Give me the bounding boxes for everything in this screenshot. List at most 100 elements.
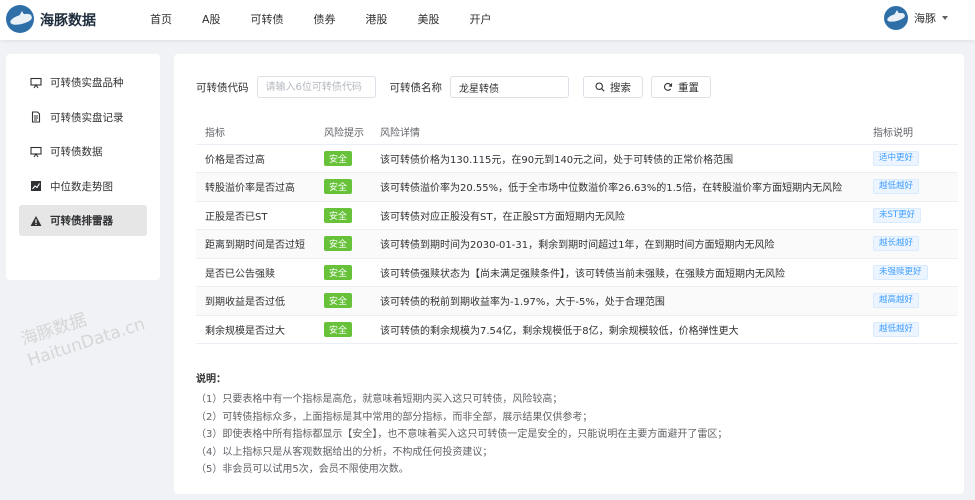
note-tag: 越高越好 <box>873 293 920 309</box>
dolphin-logo-icon[interactable] <box>6 5 34 33</box>
sidebar-item-cb-mine-detector[interactable]: 可转债排雷器 <box>19 205 147 236</box>
cb-name-input[interactable] <box>450 76 569 98</box>
note-tag: 未ST更好 <box>873 207 922 223</box>
col-header-note: 指标说明 <box>864 120 958 145</box>
search-button[interactable]: 搜索 <box>583 76 643 98</box>
watermark-line: HaitunData.cn <box>25 314 148 371</box>
status-badge: 安全 <box>324 293 353 309</box>
detail-cell: 该可转债的剩余规模为7.54亿，剩余规模低于8亿，剩余规模较低，价格弹性更大 <box>371 315 864 344</box>
note-line: （2）可转债指标众多，上面指标是其中常用的部分指标，而非全部，展示结果仅供参考； <box>196 411 593 423</box>
cb-code-input[interactable] <box>256 76 376 98</box>
document-icon <box>30 111 42 123</box>
note-cell: 越低越好 <box>864 172 958 202</box>
detail-cell: 该可转债的税前到期收益率为-1.97%，大于-5%，处于合理范围 <box>371 286 864 316</box>
main-nav: 首页 A股 可转债 债券 港股 美股 开户 <box>140 0 512 40</box>
detail-cell: 该可转债到期时间为2030-01-31，剩余到期时间超过1年，在到期时间方面短期… <box>371 229 864 259</box>
sidebar-item-cb-live-records[interactable]: 可转债实盘记录 <box>19 102 147 133</box>
col-header-risk: 风险提示 <box>315 120 371 145</box>
main-panel: 可转债代码 可转债名称 搜索 重置 指标 风险提示 风险详情 指标说明 价格是否… <box>174 54 964 494</box>
sidebar-item-label: 可转债排雷器 <box>50 215 113 227</box>
nav-item-us-stocks[interactable]: 美股 <box>408 0 450 40</box>
table-header-row: 指标 风险提示 风险详情 指标说明 <box>196 120 958 145</box>
note-cell: 未ST更好 <box>864 201 958 230</box>
note-cell: 适中更好 <box>864 144 958 173</box>
indicator-cell: 到期收益是否过低 <box>196 286 315 316</box>
notes-title: 说明： <box>196 374 226 385</box>
table-row: 转股溢价率是否过高 安全 该可转债溢价率为20.55%，低于全市场中位数溢价率2… <box>196 172 958 202</box>
note-cell: 越高越好 <box>864 286 958 316</box>
note-cell: 未强赎更好 <box>864 258 958 287</box>
risk-cell: 安全 <box>315 258 371 287</box>
nav-item-bonds[interactable]: 债券 <box>304 0 346 40</box>
sidebar: 可转债实盘品种 可转债实盘记录 可转债数据 中位数走势图 可转债排雷器 <box>6 54 160 280</box>
sidebar-item-label: 可转债数据 <box>50 146 103 158</box>
search-icon <box>595 82 605 92</box>
detail-cell: 该可转债价格为130.115元，在90元到140元之间，处于可转债的正常价格范围 <box>371 144 864 173</box>
warning-icon <box>30 215 42 227</box>
nav-item-a-shares[interactable]: A股 <box>192 0 231 40</box>
indicator-cell: 转股溢价率是否过高 <box>196 172 315 202</box>
user-menu[interactable]: 海豚 <box>884 6 948 30</box>
chevron-down-icon[interactable] <box>942 16 948 20</box>
avatar[interactable] <box>884 6 908 30</box>
nav-item-home[interactable]: 首页 <box>140 0 182 40</box>
detail-cell: 该可转债强赎状态为【尚未满足强赎条件】，该可转债当前未强赎，在强赎方面短期内无风… <box>371 258 864 287</box>
sidebar-item-cb-live-varieties[interactable]: 可转债实盘品种 <box>19 67 147 98</box>
note-tag: 适中更好 <box>873 150 920 166</box>
status-badge: 安全 <box>324 264 353 280</box>
note-tag: 越长越好 <box>873 236 920 252</box>
risk-cell: 安全 <box>315 315 371 344</box>
status-badge: 安全 <box>324 207 353 223</box>
note-tag: 未强赎更好 <box>873 264 928 280</box>
nav-item-open-account[interactable]: 开户 <box>460 0 502 40</box>
indicator-cell: 正股是否已ST <box>196 201 315 230</box>
col-header-indicator: 指标 <box>196 120 315 145</box>
table-row: 正股是否已ST 安全 该可转债对应正股没有ST，在正股ST方面短期内无风险 未S… <box>196 201 958 230</box>
note-cell: 越长越好 <box>864 229 958 259</box>
monitor-icon <box>30 146 42 158</box>
search-form: 可转债代码 可转债名称 搜索 重置 <box>196 76 719 98</box>
indicator-cell: 是否已公告强赎 <box>196 258 315 287</box>
monitor-icon <box>30 77 42 89</box>
status-badge: 安全 <box>324 321 353 337</box>
detail-cell: 该可转债对应正股没有ST，在正股ST方面短期内无风险 <box>371 201 864 230</box>
reset-button[interactable]: 重置 <box>651 76 711 98</box>
detail-cell: 该可转债溢价率为20.55%，低于全市场中位数溢价率26.63%的1.5倍，在转… <box>371 172 864 202</box>
reset-button-label: 重置 <box>678 81 699 94</box>
note-tag: 越低越好 <box>873 321 920 337</box>
user-name[interactable]: 海豚 <box>914 10 936 26</box>
name-label: 可转债名称 <box>389 81 443 94</box>
sidebar-item-label: 中位数走势图 <box>50 180 113 193</box>
sidebar-item-median-trend[interactable]: 中位数走势图 <box>19 171 147 202</box>
status-badge: 安全 <box>324 236 353 252</box>
col-header-detail: 风险详情 <box>371 120 864 145</box>
note-tag: 越低越好 <box>873 179 920 195</box>
table-row: 剩余规模是否过大 安全 该可转债的剩余规模为7.54亿，剩余规模低于8亿，剩余规… <box>196 315 958 344</box>
note-line: （4）以上指标只是从客观数据给出的分析，不构成任何投资建议； <box>196 446 493 458</box>
table-row: 价格是否过高 安全 该可转债价格为130.115元，在90元到140元之间，处于… <box>196 144 958 173</box>
nav-item-convertible-bonds[interactable]: 可转债 <box>241 0 294 40</box>
indicator-cell: 距离到期时间是否过短 <box>196 229 315 259</box>
top-navbar: 海豚数据 首页 A股 可转债 债券 港股 美股 开户 海豚 <box>0 0 975 40</box>
indicator-cell: 剩余规模是否过大 <box>196 315 315 344</box>
indicator-cell: 价格是否过高 <box>196 144 315 173</box>
watermark: 海豚数据 HaitunData.cn <box>18 292 148 372</box>
risk-cell: 安全 <box>315 172 371 202</box>
status-badge: 安全 <box>324 150 353 166</box>
brand-name[interactable]: 海豚数据 <box>40 10 96 30</box>
note-line: （1）只要表格中有一个指标是高危，就意味着短期内买入这只可转债，风险较高； <box>196 394 563 405</box>
status-badge: 安全 <box>324 179 353 195</box>
note-cell: 越低越好 <box>864 315 958 344</box>
chart-icon <box>30 180 42 192</box>
watermark-line: 海豚数据 <box>18 309 90 350</box>
risk-table: 指标 风险提示 风险详情 指标说明 价格是否过高 安全 该可转债价格为130.1… <box>196 120 958 344</box>
risk-cell: 安全 <box>315 144 371 173</box>
risk-cell: 安全 <box>315 229 371 259</box>
nav-item-hk-stocks[interactable]: 港股 <box>356 0 398 40</box>
risk-cell: 安全 <box>315 201 371 230</box>
note-line: （3）即使表格中所有指标都显示【安全】，也不意味着买入这只可转债一定是安全的，只… <box>196 429 728 441</box>
code-label: 可转债代码 <box>196 81 249 94</box>
sidebar-item-label: 可转债实盘记录 <box>50 111 124 124</box>
sidebar-item-cb-data[interactable]: 可转债数据 <box>19 136 147 167</box>
refresh-icon <box>664 82 673 91</box>
